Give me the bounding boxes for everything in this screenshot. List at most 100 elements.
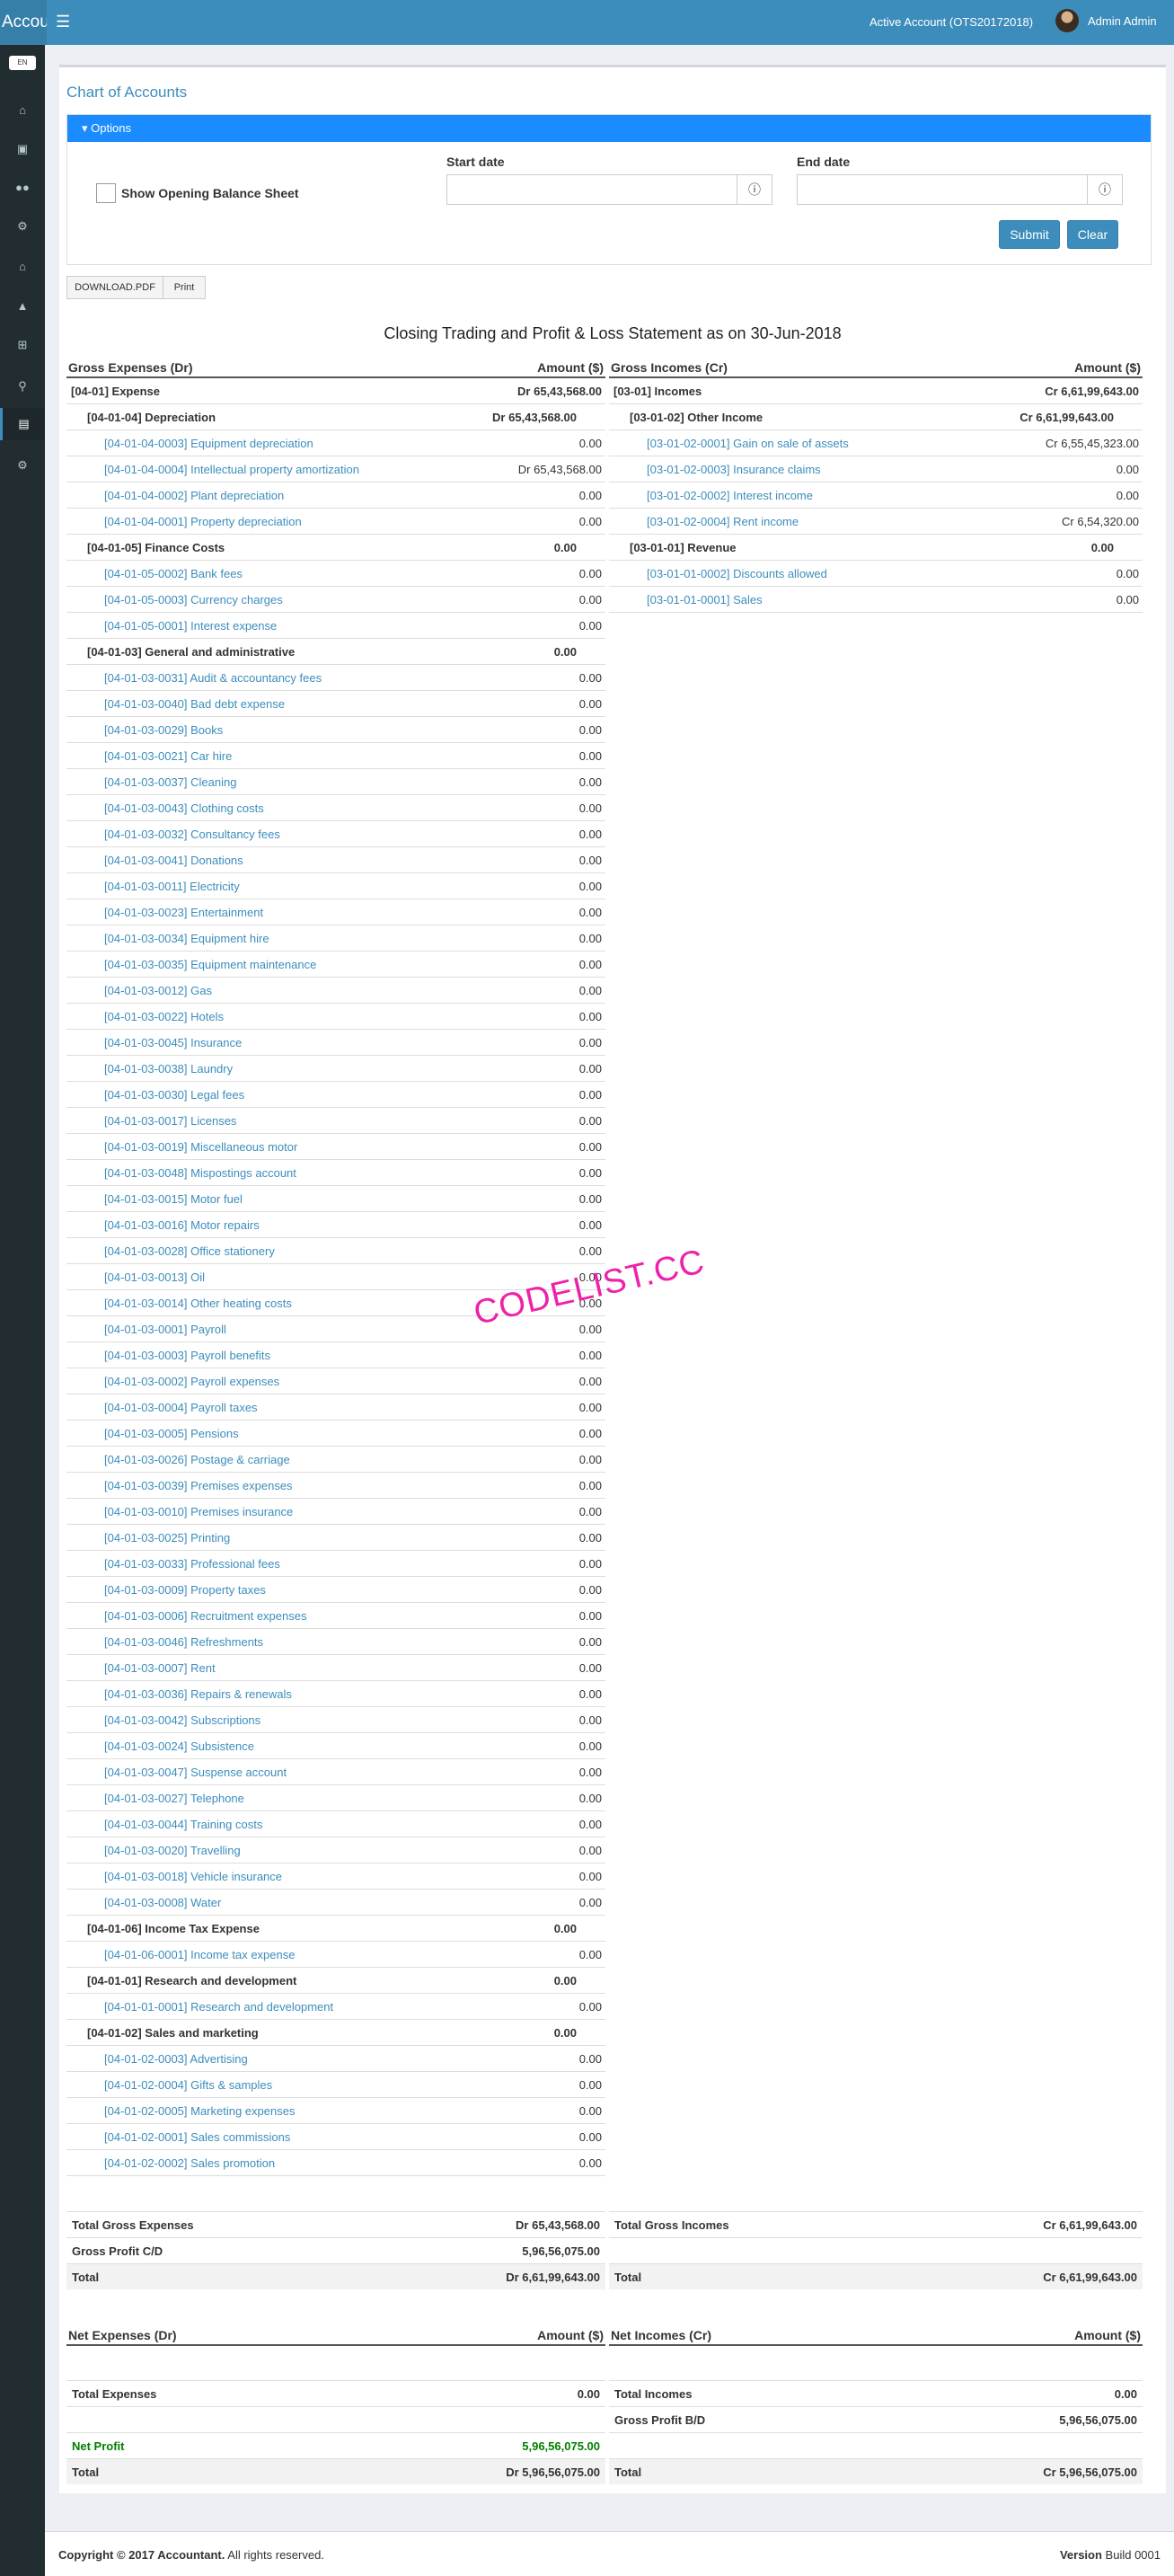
account-link[interactable]: [04-01-03-0003] Payroll benefits: [104, 1349, 270, 1362]
expenses-row[interactable]: [04-01-02-0002] Sales promotion 0.00: [66, 2150, 605, 2176]
account-link[interactable]: [04-01-06-0001] Income tax expense: [104, 1948, 295, 1961]
account-link[interactable]: [04-01-04-0002] Plant depreciation: [104, 489, 284, 502]
expenses-row[interactable]: [04-01-03-0047] Suspense account 0.00: [66, 1759, 605, 1785]
plus-square-icon[interactable]: ⊞: [0, 329, 45, 361]
expenses-row[interactable]: [04-01-03-0009] Property taxes 0.00: [66, 1577, 605, 1603]
account-link[interactable]: [04-01-03-0036] Repairs & renewals: [104, 1687, 292, 1701]
account-link[interactable]: [04-01-03-0002] Payroll expenses: [104, 1375, 279, 1388]
expenses-row[interactable]: [04-01-03-0045] Insurance 0.00: [66, 1030, 605, 1056]
account-link[interactable]: [04-01-04-0001] Property depreciation: [104, 515, 302, 528]
account-link[interactable]: [04-01-03-0037] Cleaning: [104, 775, 236, 789]
expenses-row[interactable]: [04-01-03-0027] Telephone 0.00: [66, 1785, 605, 1811]
active-account[interactable]: Active Account (OTS20172018): [869, 15, 1033, 29]
incomes-row[interactable]: [03-01-02-0002] Interest income 0.00: [609, 482, 1143, 509]
account-link[interactable]: [04-01-02-0005] Marketing expenses: [104, 2104, 295, 2118]
expenses-row[interactable]: [04-01-03-0019] Miscellaneous motor 0.00: [66, 1134, 605, 1160]
expenses-row[interactable]: [04-01-03-0030] Legal fees 0.00: [66, 1082, 605, 1108]
incomes-row[interactable]: [03-01-02-0001] Gain on sale of assets Cr…: [609, 430, 1143, 456]
account-link[interactable]: [04-01-03-0004] Payroll taxes: [104, 1401, 258, 1414]
account-link[interactable]: [04-01-03-0001] Payroll: [104, 1323, 226, 1336]
expenses-row[interactable]: [04-01-03-0020] Travelling 0.00: [66, 1837, 605, 1863]
expenses-row[interactable]: [04-01-03-0033] Professional fees 0.00: [66, 1551, 605, 1577]
gear-icon[interactable]: ⚙: [0, 449, 45, 482]
account-link[interactable]: [03-01-01-0002] Discounts allowed: [647, 567, 827, 580]
start-date-info-icon[interactable]: ⓘ: [737, 174, 772, 205]
account-link[interactable]: [04-01-04-0003] Equipment depreciation: [104, 437, 313, 450]
options-header[interactable]: ▾ Options: [67, 115, 1151, 142]
expenses-row[interactable]: [04-01-03-0039] Premises expenses 0.00: [66, 1473, 605, 1499]
account-link[interactable]: [04-01-03-0015] Motor fuel: [104, 1192, 243, 1206]
account-link[interactable]: [04-01-03-0010] Premises insurance: [104, 1505, 293, 1518]
expenses-row[interactable]: [04-01-04-0004] Intellectual property am…: [66, 456, 605, 482]
account-link[interactable]: [04-01-03-0025] Printing: [104, 1531, 230, 1545]
home2-icon[interactable]: ⌂: [0, 250, 45, 282]
expenses-row[interactable]: [04-01-03-0044] Training costs 0.00: [66, 1811, 605, 1837]
account-link[interactable]: [04-01-03-0026] Postage & carriage: [104, 1453, 290, 1466]
account-link[interactable]: [04-01-03-0014] Other heating costs: [104, 1297, 292, 1310]
account-link[interactable]: [04-01-03-0017] Licenses: [104, 1114, 236, 1128]
account-link[interactable]: [04-01-03-0043] Clothing costs: [104, 801, 264, 815]
expenses-row[interactable]: [04-01-03-0016] Motor repairs 0.00: [66, 1212, 605, 1238]
account-link[interactable]: [03-01-02-0002] Interest income: [647, 489, 813, 502]
account-link[interactable]: [04-01-03-0045] Insurance: [104, 1036, 242, 1049]
end-date-info-icon[interactable]: ⓘ: [1087, 174, 1123, 205]
expenses-row[interactable]: [04-01-03-0040] Bad debt expense 0.00: [66, 691, 605, 717]
expenses-row[interactable]: [04-01-03-0022] Hotels 0.00: [66, 1004, 605, 1030]
show-opening-checkbox[interactable]: [96, 183, 116, 203]
expenses-row[interactable]: [04-01-02-0004] Gifts & samples 0.00: [66, 2072, 605, 2098]
expenses-row[interactable]: [04-01-04-0002] Plant depreciation 0.00: [66, 482, 605, 509]
account-link[interactable]: [04-01-03-0039] Premises expenses: [104, 1479, 293, 1492]
expenses-row[interactable]: [04-01-04-0001] Property depreciation 0.0…: [66, 509, 605, 535]
account-link[interactable]: [04-01-02-0002] Sales promotion: [104, 2156, 275, 2170]
expenses-row[interactable]: [04-01-03-0037] Cleaning 0.00: [66, 769, 605, 795]
account-link[interactable]: [04-01-03-0006] Recruitment expenses: [104, 1609, 306, 1623]
account-link[interactable]: [04-01-03-0020] Travelling: [104, 1844, 241, 1857]
account-link[interactable]: [04-01-03-0035] Equipment maintenance: [104, 958, 316, 971]
expenses-row[interactable]: [04-01-03-0043] Clothing costs 0.00: [66, 795, 605, 821]
download-pdf-button[interactable]: DOWNLOAD.PDF: [66, 276, 163, 299]
account-link[interactable]: [04-01-03-0022] Hotels: [104, 1010, 224, 1023]
account-link[interactable]: [04-01-03-0034] Equipment hire: [104, 932, 269, 945]
start-date-input[interactable]: [446, 174, 737, 205]
expenses-row[interactable]: [04-01-03-0031] Audit & accountancy fees…: [66, 665, 605, 691]
account-link[interactable]: [04-01-03-0040] Bad debt expense: [104, 697, 285, 711]
incomes-row[interactable]: [03-01-01-0002] Discounts allowed 0.00: [609, 561, 1143, 587]
account-link[interactable]: [04-01-03-0011] Electricity: [104, 880, 240, 893]
account-link[interactable]: [04-01-05-0002] Bank fees: [104, 567, 243, 580]
search-icon[interactable]: ⚲: [0, 370, 45, 403]
expenses-row[interactable]: [04-01-03-0006] Recruitment expenses 0.00: [66, 1603, 605, 1629]
expenses-row[interactable]: [04-01-03-0023] Entertainment 0.00: [66, 899, 605, 925]
account-link[interactable]: [03-01-02-0003] Insurance claims: [647, 463, 821, 476]
expenses-row[interactable]: [04-01-03-0036] Repairs & renewals 0.00: [66, 1681, 605, 1707]
expenses-row[interactable]: [04-01-03-0002] Payroll expenses 0.00: [66, 1368, 605, 1394]
expenses-row[interactable]: [04-01-03-0025] Printing 0.00: [66, 1525, 605, 1551]
expenses-row[interactable]: [04-01-03-0012] Gas 0.00: [66, 978, 605, 1004]
expenses-row[interactable]: [04-01-03-0017] Licenses 0.00: [66, 1108, 605, 1134]
book-icon[interactable]: ▣: [0, 133, 45, 165]
gears-icon[interactable]: ⚙: [0, 210, 45, 243]
account-link[interactable]: [04-01-03-0038] Laundry: [104, 1062, 233, 1076]
incomes-row[interactable]: [03-01-02-0004] Rent income Cr 6,54,320.0…: [609, 509, 1143, 535]
account-link[interactable]: [04-01-03-0018] Vehicle insurance: [104, 1870, 282, 1883]
expenses-row[interactable]: [04-01-02-0003] Advertising 0.00: [66, 2046, 605, 2072]
expenses-row[interactable]: [04-01-03-0041] Donations 0.00: [66, 847, 605, 873]
account-link[interactable]: [04-01-02-0001] Sales commissions: [104, 2130, 290, 2144]
account-link[interactable]: [04-01-02-0004] Gifts & samples: [104, 2078, 272, 2092]
sitemap-icon[interactable]: ▲: [0, 289, 45, 322]
hamburger-menu-icon[interactable]: ☰: [56, 13, 70, 31]
end-date-input[interactable]: [797, 174, 1088, 205]
account-link[interactable]: [04-01-03-0030] Legal fees: [104, 1088, 244, 1102]
account-link[interactable]: [04-01-05-0001] Interest expense: [104, 619, 277, 633]
account-link[interactable]: [03-01-02-0001] Gain on sale of assets: [647, 437, 849, 450]
account-link[interactable]: [04-01-03-0007] Rent: [104, 1661, 216, 1675]
expenses-row[interactable]: [04-01-03-0024] Subsistence 0.00: [66, 1733, 605, 1759]
account-link[interactable]: [04-01-03-0016] Motor repairs: [104, 1218, 260, 1232]
account-link[interactable]: [04-01-03-0008] Water: [104, 1896, 221, 1909]
user-menu[interactable]: Admin Admin: [1055, 9, 1157, 32]
users-icon[interactable]: ●●: [0, 171, 45, 203]
print-button[interactable]: Print: [163, 276, 206, 299]
account-link[interactable]: [04-01-05-0003] Currency charges: [104, 593, 283, 606]
account-link[interactable]: [04-01-03-0031] Audit & accountancy fees: [104, 671, 322, 685]
account-link[interactable]: [04-01-03-0032] Consultancy fees: [104, 828, 280, 841]
expenses-row[interactable]: [04-01-03-0003] Payroll benefits 0.00: [66, 1342, 605, 1368]
